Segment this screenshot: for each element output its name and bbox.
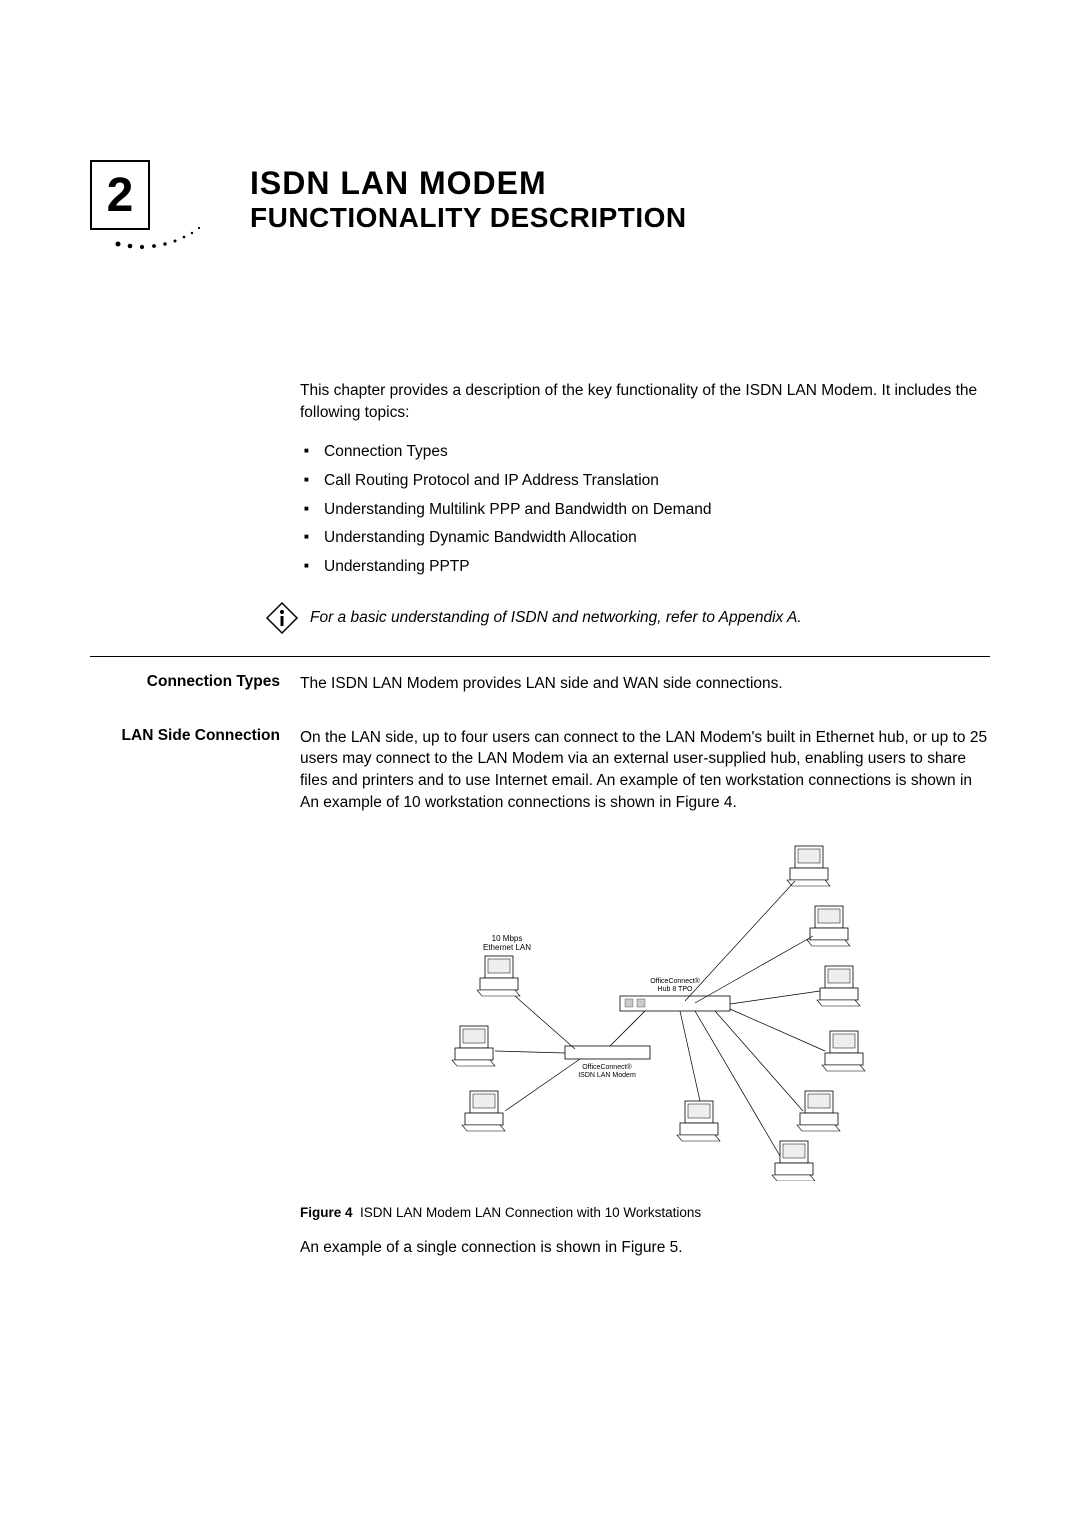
- closing-text: An example of a single connection is sho…: [300, 1237, 990, 1259]
- divider: [90, 656, 990, 657]
- topic-list: Connection Types Call Routing Protocol a…: [300, 441, 990, 577]
- network-diagram: OfficeConnect® Hub 8 TPO OfficeConnect® …: [385, 841, 905, 1181]
- note-text: For a basic understanding of ISDN and ne…: [310, 609, 802, 627]
- svg-text:OfficeConnect®: OfficeConnect®: [582, 1063, 632, 1071]
- chapter-title-line1: ISDN LAN MODEM: [250, 165, 990, 202]
- section-text: The ISDN LAN Modem provides LAN side and…: [300, 673, 990, 695]
- section-heading: Connection Types: [90, 673, 300, 695]
- chapter-titles: ISDN LAN MODEM FUNCTIONALITY DESCRIPTION: [250, 160, 990, 234]
- list-item: Connection Types: [300, 441, 990, 463]
- connection-types-section: Connection Types The ISDN LAN Modem prov…: [90, 673, 990, 695]
- chapter-title-line2: FUNCTIONALITY DESCRIPTION: [250, 202, 990, 234]
- lan-side-section: LAN Side Connection On the LAN side, up …: [90, 727, 990, 1259]
- list-item: Call Routing Protocol and IP Address Tra…: [300, 470, 990, 492]
- section-heading: LAN Side Connection: [90, 727, 300, 1259]
- chapter-header: 2 ISDN LAN MODEM FUNCTIONALITY DESCRIPTI…: [90, 160, 990, 260]
- list-item: Understanding Multilink PPP and Bandwidt…: [300, 499, 990, 521]
- figure-caption: Figure 4 ISDN LAN Modem LAN Connection w…: [300, 1204, 990, 1223]
- figure-container: OfficeConnect® Hub 8 TPO OfficeConnect® …: [300, 841, 990, 1258]
- figure-caption-text: ISDN LAN Modem LAN Connection with 10 Wo…: [360, 1205, 701, 1220]
- svg-text:Hub 8 TPO: Hub 8 TPO: [658, 986, 693, 993]
- svg-text:10 Mbps: 10 Mbps: [492, 934, 523, 943]
- list-item: Understanding PPTP: [300, 556, 990, 578]
- svg-text:ISDN LAN Modem: ISDN LAN Modem: [578, 1072, 636, 1079]
- chapter-number: 2: [90, 160, 150, 230]
- intro-text: This chapter provides a description of t…: [300, 380, 990, 423]
- intro-block: This chapter provides a description of t…: [90, 380, 990, 592]
- list-item: Understanding Dynamic Bandwidth Allocati…: [300, 527, 990, 549]
- svg-text:OfficeConnect®: OfficeConnect®: [650, 977, 700, 985]
- note-row: For a basic understanding of ISDN and ne…: [90, 600, 990, 636]
- figure-label: Figure 4: [300, 1205, 353, 1220]
- section-text: On the LAN side, up to four users can co…: [300, 727, 990, 814]
- chapter-badge: 2: [90, 160, 220, 260]
- svg-text:Ethernet LAN: Ethernet LAN: [483, 943, 531, 952]
- info-icon: [264, 600, 300, 636]
